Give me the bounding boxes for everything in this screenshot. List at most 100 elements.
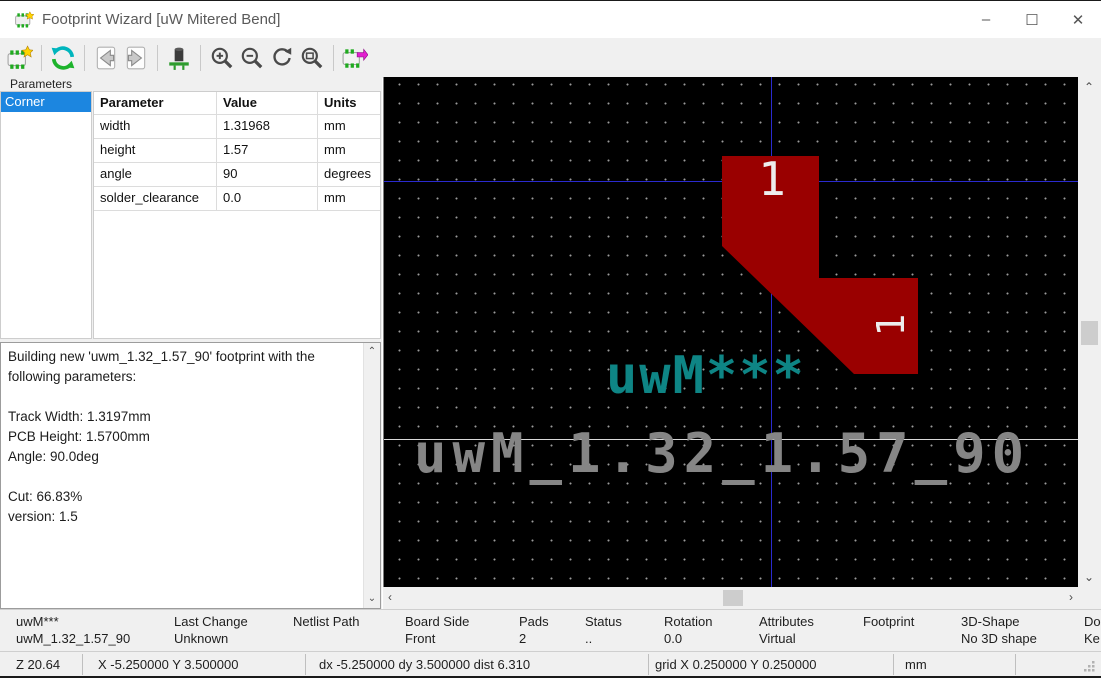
scrollbar-corner (1078, 587, 1101, 609)
footprint-wizard-window: Footprint Wizard [uW Mitered Bend] – ☐ ✕ (0, 0, 1101, 678)
message-line: PCB Height: 1.5700mm (8, 429, 358, 449)
zoom-redraw-button[interactable] (267, 42, 297, 74)
mitered-bend-footprint (384, 77, 1078, 587)
zoom-out-button[interactable] (237, 42, 267, 74)
close-button[interactable]: ✕ (1055, 1, 1101, 38)
status-separator (305, 654, 306, 675)
scroll-down-icon[interactable]: ⌄ (1084, 570, 1094, 584)
message-line: Track Width: 1.3197mm (8, 409, 358, 429)
scroll-up-icon[interactable]: ⌃ (364, 345, 380, 359)
cursor-position: X -5.250000 Y 3.500000 (98, 657, 238, 672)
status-label: Rotation (664, 614, 712, 629)
canvas-vertical-scrollbar[interactable]: ⌃ ⌄ (1078, 77, 1101, 587)
maximize-button[interactable]: ☐ (1009, 1, 1055, 38)
wizard-page-list[interactable]: Corner (0, 91, 92, 339)
status-value: 0.0 (664, 631, 682, 646)
pad-properties-button[interactable] (164, 42, 194, 74)
param-value[interactable]: 0.0 (217, 187, 318, 211)
minimize-button[interactable]: – (963, 1, 1009, 38)
param-units: mm (318, 115, 380, 139)
table-row: solder_clearance 0.0 mm (94, 187, 380, 211)
status-value: Front (405, 631, 435, 646)
toolbar (0, 38, 1101, 78)
status-label: Pads (519, 614, 549, 629)
parameter-table: Parameter Value Units width 1.31968 mm h… (93, 91, 381, 339)
refresh-icon (50, 45, 76, 71)
window-title: Footprint Wizard [uW Mitered Bend] (42, 11, 280, 28)
param-units: degrees (318, 163, 380, 187)
units-indicator: mm (905, 657, 927, 672)
status-label: Netlist Path (293, 614, 359, 629)
zoom-fit-icon (299, 45, 325, 71)
toolbar-separator (41, 45, 42, 71)
zoom-in-button[interactable] (207, 42, 237, 74)
message-line: Building new 'uwm_1.32_1.57_90' footprin… (8, 349, 358, 369)
canvas-horizontal-scrollbar[interactable]: ‹ › (383, 587, 1078, 609)
param-value[interactable]: 1.57 (217, 139, 318, 163)
status-label: Board Side (405, 614, 469, 629)
status-label: Attributes (759, 614, 814, 629)
status-separator (1015, 654, 1016, 675)
message-line: Cut: 66.83% (8, 489, 358, 509)
vertical-scroll-thumb[interactable] (1081, 321, 1098, 345)
status-label: Do (1084, 614, 1101, 629)
col-header-units: Units (318, 92, 380, 115)
status-value: Virtual (759, 631, 796, 646)
param-value[interactable]: 90 (217, 163, 318, 187)
table-row: angle 90 degrees (94, 163, 380, 187)
grid-setting: grid X 0.250000 Y 0.250000 (655, 657, 816, 672)
parameters-caption: Parameters (10, 77, 72, 91)
toolbar-separator (333, 45, 334, 71)
zoom-in-icon (209, 45, 235, 71)
titlebar[interactable]: Footprint Wizard [uW Mitered Bend] – ☐ ✕ (0, 1, 1101, 38)
message-line (8, 469, 358, 489)
status-value: 2 (519, 631, 526, 646)
refresh-button[interactable] (48, 42, 78, 74)
table-row: height 1.57 mm (94, 139, 380, 163)
zoom-fit-button[interactable] (297, 42, 327, 74)
parameters-panel: Parameters Corner Parameter Value Units … (0, 78, 382, 609)
toolbar-separator (84, 45, 85, 71)
message-scrollbar[interactable]: ⌃ ⌄ (363, 343, 380, 608)
table-row: width 1.31968 mm (94, 115, 380, 139)
coordinates-status-bar: Z 20.64 X -5.250000 Y 3.500000 dx -5.250… (0, 651, 1101, 677)
status-label: Last Change (174, 614, 248, 629)
footprint-preview-canvas[interactable]: 1 1 uwM*** uwM_1.32_1.57_90 (383, 77, 1078, 587)
col-header-value: Value (217, 92, 318, 115)
select-wizard-button[interactable] (5, 42, 35, 74)
footprint-reference-text: uwM*** (606, 346, 806, 406)
col-header-parameter: Parameter (94, 92, 217, 115)
zoom-out-icon (239, 45, 265, 71)
param-value[interactable]: 1.31968 (217, 115, 318, 139)
param-name: height (94, 139, 217, 163)
horizontal-scroll-thumb[interactable] (723, 590, 743, 606)
toolbar-separator (157, 45, 158, 71)
scroll-left-icon[interactable]: ‹ (388, 590, 392, 604)
next-page-button[interactable] (121, 42, 151, 74)
zoom-redraw-icon (269, 45, 295, 71)
status-label: Status (585, 614, 622, 629)
resize-grip[interactable] (1082, 659, 1096, 673)
message-line: Angle: 90.0deg (8, 449, 358, 469)
param-name: width (94, 115, 217, 139)
message-line: following parameters: (8, 369, 358, 389)
scroll-up-icon[interactable]: ⌃ (1084, 80, 1094, 94)
footprint-status-bar: uwM*** uwM_1.32_1.57_90 Last Change Unkn… (0, 609, 1101, 651)
footprint-value-text: uwM_1.32_1.57_90 (414, 422, 1030, 485)
export-footprint-button[interactable] (340, 42, 370, 74)
toolbar-separator (200, 45, 201, 71)
wizard-message-box[interactable]: Building new 'uwm_1.32_1.57_90' footprin… (0, 342, 381, 609)
status-label: Footprint (863, 614, 914, 629)
param-units: mm (318, 187, 380, 211)
page-list-item-corner[interactable]: Corner (1, 92, 91, 112)
scroll-down-icon[interactable]: ⌄ (364, 592, 380, 606)
previous-page-button[interactable] (91, 42, 121, 74)
relative-position: dx -5.250000 dy 3.500000 dist 6.310 (319, 657, 530, 672)
app-footprint-icon (14, 10, 34, 30)
message-line (8, 389, 358, 409)
scroll-right-icon[interactable]: › (1069, 590, 1073, 604)
pad-2-label: 1 (871, 305, 911, 345)
status-value: No 3D shape (961, 631, 1037, 646)
zoom-level: Z 20.64 (16, 657, 60, 672)
param-units: mm (318, 139, 380, 163)
